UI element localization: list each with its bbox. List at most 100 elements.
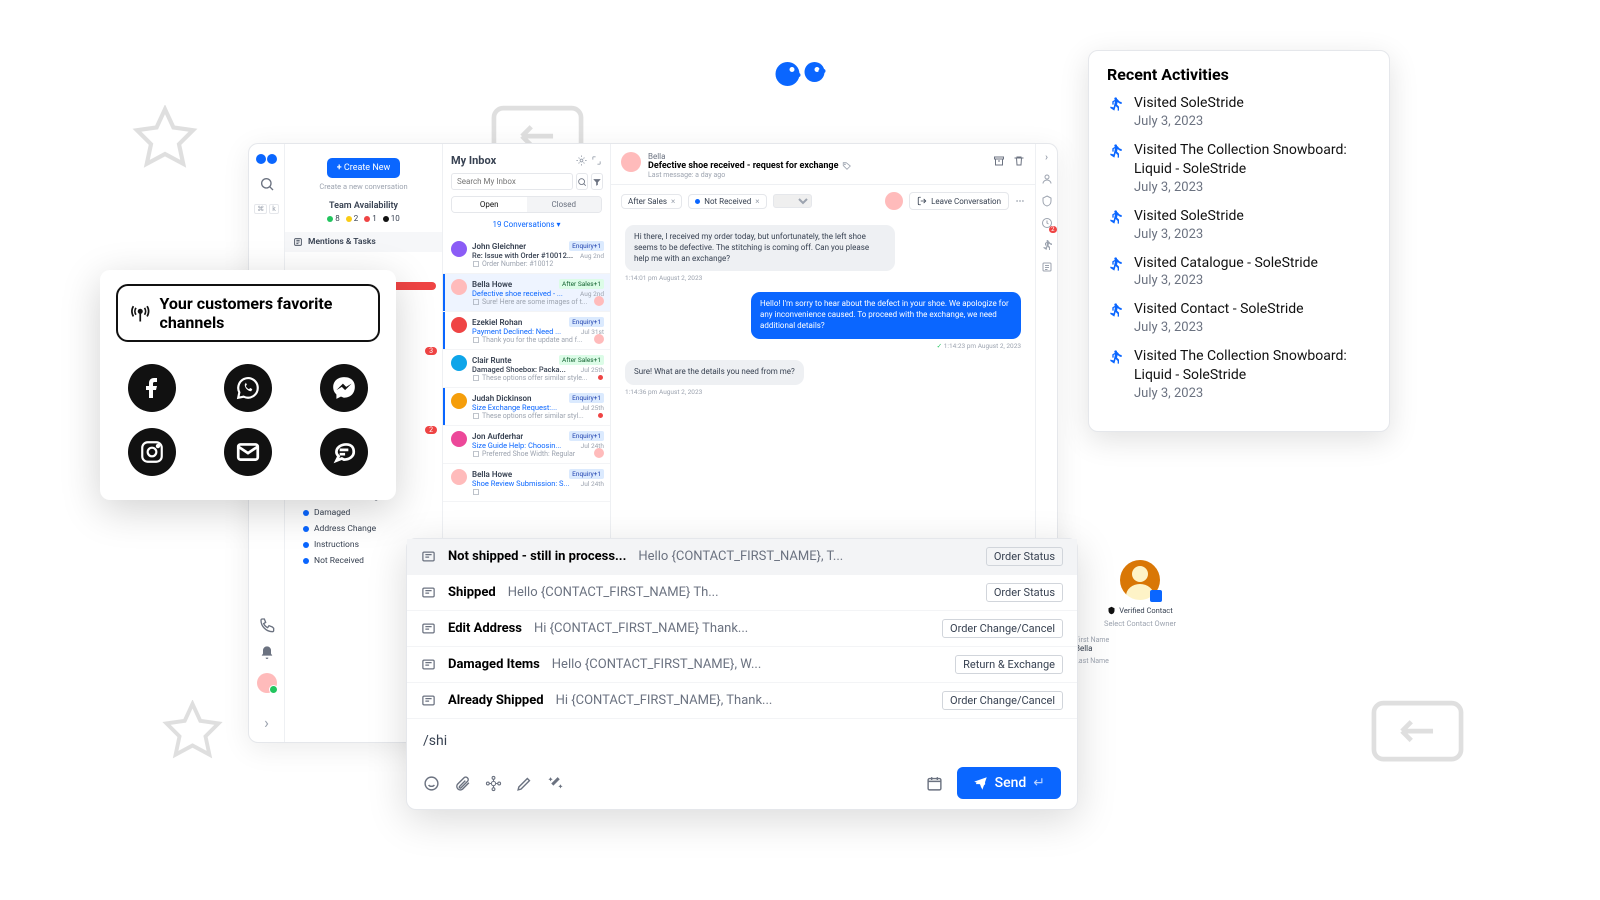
list-icon[interactable] — [1041, 261, 1053, 273]
field-value: Bella — [1075, 644, 1205, 653]
walk-icon[interactable] — [1041, 239, 1053, 251]
antenna-icon — [130, 301, 151, 325]
send-button[interactable]: Send ↵ — [957, 767, 1061, 799]
expand-icon[interactable] — [591, 155, 602, 166]
edit-icon[interactable] — [516, 775, 533, 792]
bell-icon[interactable] — [259, 645, 275, 661]
search-icon[interactable] — [259, 176, 275, 192]
contact-panel: Verified Contact Select Contact Owner Fi… — [1075, 560, 1205, 665]
conversation-item[interactable]: Clair RunteAfter Sales+1 Damaged Shoebox… — [443, 350, 610, 388]
create-button[interactable]: Create New — [327, 158, 401, 178]
search-icon[interactable] — [576, 173, 588, 190]
tag-damaged[interactable]: Damaged — [295, 505, 442, 521]
contact-avatar-large[interactable] — [1120, 560, 1160, 600]
contact-avatar[interactable] — [621, 152, 641, 172]
logo-icon — [256, 154, 277, 164]
assignee-avatar[interactable] — [885, 192, 903, 210]
inbox-search-input[interactable] — [451, 173, 573, 190]
keyboard-shortcut: ⌘k — [254, 204, 279, 214]
gear-icon[interactable] — [576, 155, 587, 166]
instagram-icon[interactable] — [128, 428, 176, 476]
message-icon — [421, 657, 436, 672]
tag-pill-aftersales[interactable]: After Sales× — [621, 194, 682, 209]
activity-item: Visited Contact - SoleStrideJuly 3, 2023 — [1107, 300, 1371, 335]
leave-button[interactable]: Leave Conversation — [909, 192, 1009, 210]
user-icon[interactable] — [1041, 173, 1053, 185]
create-hint: Create a new conversation — [285, 182, 442, 191]
email-icon[interactable] — [224, 428, 272, 476]
calendar-icon[interactable] — [926, 775, 943, 792]
recent-title: Recent Activities — [1107, 65, 1371, 84]
collapse-icon[interactable]: › — [264, 713, 269, 732]
team-availability-counts: 8 2 1 10 — [285, 214, 442, 223]
messenger-icon[interactable] — [320, 364, 368, 412]
tag-icon[interactable] — [842, 161, 852, 171]
attachment-icon[interactable] — [454, 775, 471, 792]
conversation-item[interactable]: John GleichnerEnquiry+1 Re: Issue with O… — [443, 236, 610, 274]
canned-response-item[interactable]: ShippedHello {CONTACT_FIRST_NAME} Th...O… — [407, 575, 1077, 611]
recent-activities-card: Recent Activities Visited SoleStrideJuly… — [1088, 50, 1390, 432]
tab-open[interactable]: Open — [452, 197, 527, 212]
owner-selector[interactable]: Select Contact Owner — [1075, 619, 1205, 628]
activity-item: Visited Catalogue - SoleStrideJuly 3, 20… — [1107, 254, 1371, 289]
contact-name: Bella — [648, 152, 852, 161]
ai-icon[interactable] — [485, 775, 502, 792]
message-icon — [421, 585, 436, 600]
archive-icon[interactable] — [993, 155, 1005, 167]
message-outgoing: Hello! I'm sorry to hear about the defec… — [751, 292, 1021, 338]
field-label: First Name — [1075, 636, 1205, 644]
expand-icon[interactable]: › — [1045, 152, 1048, 163]
message-timestamp: 1:14:01 pm August 2, 2023 — [625, 274, 1021, 282]
compose-input[interactable]: /shi — [423, 733, 1061, 749]
emoji-icon[interactable] — [423, 775, 440, 792]
canned-responses-panel: Not shipped - still in process...Hello {… — [406, 538, 1078, 810]
last-message-time: Last message: a day ago — [648, 171, 852, 179]
activity-item: Visited The Collection Snowboard: Liquid… — [1107, 347, 1371, 401]
inbox-title: My Inbox — [451, 154, 496, 167]
field-label: Last Name — [1075, 657, 1205, 665]
walk-icon — [1107, 143, 1123, 159]
walk-icon — [1107, 209, 1123, 225]
facebook-icon[interactable] — [128, 364, 176, 412]
more-icon[interactable] — [1015, 196, 1025, 206]
shield-icon[interactable] — [1041, 195, 1053, 207]
magic-icon[interactable] — [547, 775, 564, 792]
activity-item: Visited SoleStrideJuly 3, 2023 — [1107, 94, 1371, 129]
message-timestamp: 1:14:23 pm August 2, 2023 — [625, 342, 1021, 350]
tag-address[interactable]: Address Change — [295, 521, 442, 537]
user-avatar[interactable] — [257, 673, 277, 693]
activity-item: Visited The Collection Snowboard: Liquid… — [1107, 141, 1371, 195]
tab-closed[interactable]: Closed — [527, 197, 602, 212]
mentions-tasks[interactable]: Mentions & Tasks — [285, 232, 442, 252]
tag-pill-notreceived[interactable]: Not Received× — [688, 194, 766, 209]
phone-icon[interactable] — [259, 617, 275, 633]
canned-response-item[interactable]: Edit AddressHi {CONTACT_FIRST_NAME} Than… — [407, 611, 1077, 647]
filter-icon[interactable] — [591, 173, 603, 190]
conversation-count[interactable]: 19 Conversations — [443, 213, 610, 236]
message-incoming: Sure! What are the details you need from… — [625, 360, 804, 385]
conversation-title: Defective shoe received - request for ex… — [648, 161, 852, 171]
message-icon — [421, 621, 436, 636]
trash-icon[interactable] — [1013, 155, 1025, 167]
walk-icon — [1107, 96, 1123, 112]
canned-response-item[interactable]: Already ShippedHi {CONTACT_FIRST_NAME}, … — [407, 683, 1077, 719]
conversation-item[interactable]: Ezekiel RohanEnquiry+1 Payment Declined:… — [443, 312, 610, 350]
conversation-item[interactable]: Judah DickinsonEnquiry+1 Size Exchange R… — [443, 388, 610, 426]
canned-response-item[interactable]: Not shipped - still in process...Hello {… — [407, 539, 1077, 575]
message-timestamp: 1:14:36 pm August 2, 2023 — [625, 388, 1021, 396]
conversation-item[interactable]: Bella HoweAfter Sales+1 Defective shoe r… — [443, 274, 610, 312]
walk-icon — [1107, 256, 1123, 272]
inbox-tabs: Open Closed — [451, 196, 602, 213]
channels-label: Your customers favorite channels — [160, 294, 367, 332]
channels-card: Your customers favorite channels — [100, 270, 396, 500]
chat-icon[interactable] — [320, 428, 368, 476]
message-incoming: Hi there, I received my order today, but… — [625, 225, 895, 271]
conversation-item[interactable]: Bella HoweEnquiry+1 Shoe Review Submissi… — [443, 464, 610, 502]
whatsapp-icon[interactable] — [224, 364, 272, 412]
brand-logo — [776, 62, 825, 86]
conversation-item[interactable]: Jon AufderharEnquiry+1 Size Guide Help: … — [443, 426, 610, 464]
canned-response-item[interactable]: Damaged ItemsHello {CONTACT_FIRST_NAME},… — [407, 647, 1077, 683]
message-icon — [421, 693, 436, 708]
tag-dropdown[interactable] — [773, 194, 812, 208]
walk-icon — [1107, 302, 1123, 318]
